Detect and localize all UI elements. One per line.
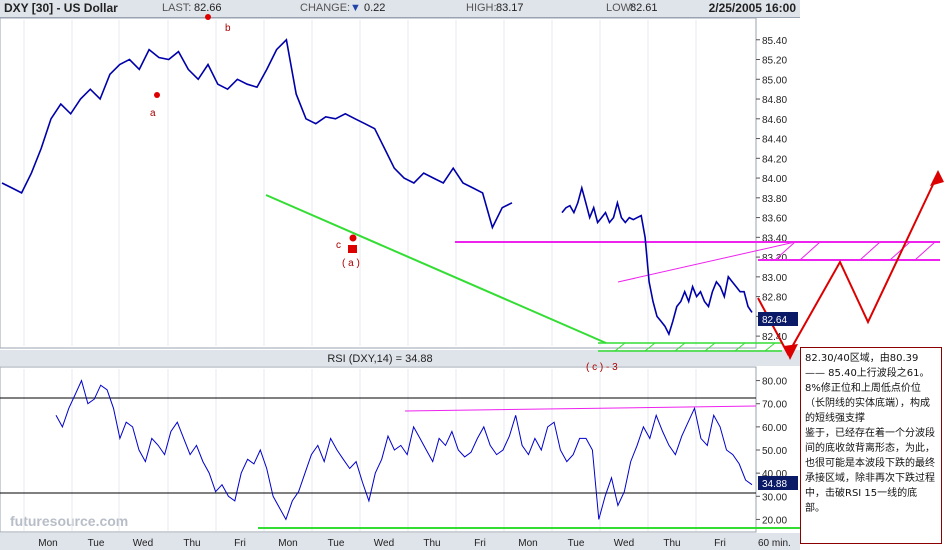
price-tick-label: 82.40	[762, 332, 787, 343]
wave-b-marker	[205, 14, 211, 20]
price-tick-label: 85.00	[762, 75, 787, 86]
analysis-note-line: 82.30/40区域，由80.39 —— 85.40上行波段之61。8%修正位和…	[805, 353, 930, 424]
wave-b-label: b	[225, 23, 231, 34]
rsi-tick-label: 60.00	[762, 423, 787, 434]
chart-window: DXY [30] - US Dollar LAST: 82.66 CHANGE:…	[0, 0, 950, 550]
price-tick-label: 84.00	[762, 174, 787, 185]
price-tick-label: 83.60	[762, 214, 787, 225]
analysis-note-line: 鉴于，已经存在着一个分波段间的底收敛背离形态，为此，也很可能是本波段下跌的最终承…	[805, 428, 935, 514]
time-tick-label: Mon	[38, 538, 57, 549]
time-tick-label: Wed	[374, 538, 394, 549]
wave-paren-a-label: ( a )	[342, 258, 360, 269]
support-hatch	[764, 342, 776, 352]
wave-a-label: a	[150, 108, 156, 119]
rsi-tick-label: 30.00	[762, 492, 787, 503]
time-tick-label: Thu	[423, 538, 440, 549]
rsi-tick-label: 20.00	[762, 515, 787, 526]
time-tick-label: Fri	[234, 538, 246, 549]
time-tick-label: Thu	[663, 538, 680, 549]
analysis-note: 82.30/40区域，由80.39 —— 85.40上行波段之61。8%修正位和…	[800, 347, 942, 544]
wave-paren-a-marker	[348, 245, 357, 253]
rsi-tick-label: 50.00	[762, 446, 787, 457]
wave-c3-label: ( c ) - 3	[586, 362, 618, 373]
price-tick-label: 84.80	[762, 95, 787, 106]
resistance-hatch	[859, 241, 881, 261]
resistance-hatch	[889, 241, 911, 261]
rsi-last-value: 34.88	[762, 479, 787, 490]
price-tick-label: 85.20	[762, 56, 787, 67]
price-tick-label: 84.20	[762, 154, 787, 165]
resistance-hatch	[799, 241, 821, 261]
watermark: futuresource.com	[10, 513, 128, 529]
price-tick-label: 83.80	[762, 194, 787, 205]
price-last-value: 82.64	[762, 315, 787, 326]
time-tick-label: Tue	[568, 538, 585, 549]
wave-c-marker	[349, 234, 357, 242]
resistance-hatch	[914, 241, 936, 261]
time-tick-label: Mon	[518, 538, 537, 549]
time-tick-label: Mon	[278, 538, 297, 549]
projection-arrow-icon	[930, 170, 944, 186]
time-unit-label: 60 min.	[758, 538, 791, 549]
time-tick-label: Thu	[183, 538, 200, 549]
rsi-tick-label: 70.00	[762, 400, 787, 411]
time-tick-label: Tue	[328, 538, 345, 549]
time-tick-label: Wed	[133, 538, 153, 549]
rsi-plot-area	[0, 366, 757, 533]
time-tick-label: Fri	[714, 538, 726, 549]
price-plot-area	[0, 17, 757, 349]
time-tick-label: Fri	[474, 538, 486, 549]
price-tick-label: 84.60	[762, 115, 787, 126]
price-tick-label: 83.20	[762, 253, 787, 264]
price-tick-label: 84.40	[762, 135, 787, 146]
wave-c-label: c	[336, 240, 341, 251]
wave-a-marker	[154, 92, 160, 98]
rsi-tick-label: 80.00	[762, 377, 787, 388]
time-tick-label: Wed	[614, 538, 634, 549]
price-tick-label: 85.40	[762, 36, 787, 47]
time-tick-label: Tue	[88, 538, 105, 549]
price-tick-label: 83.00	[762, 273, 787, 284]
rsi-label: RSI (DXY,14) = 34.88	[327, 353, 432, 365]
price-tick-label: 82.80	[762, 293, 787, 304]
